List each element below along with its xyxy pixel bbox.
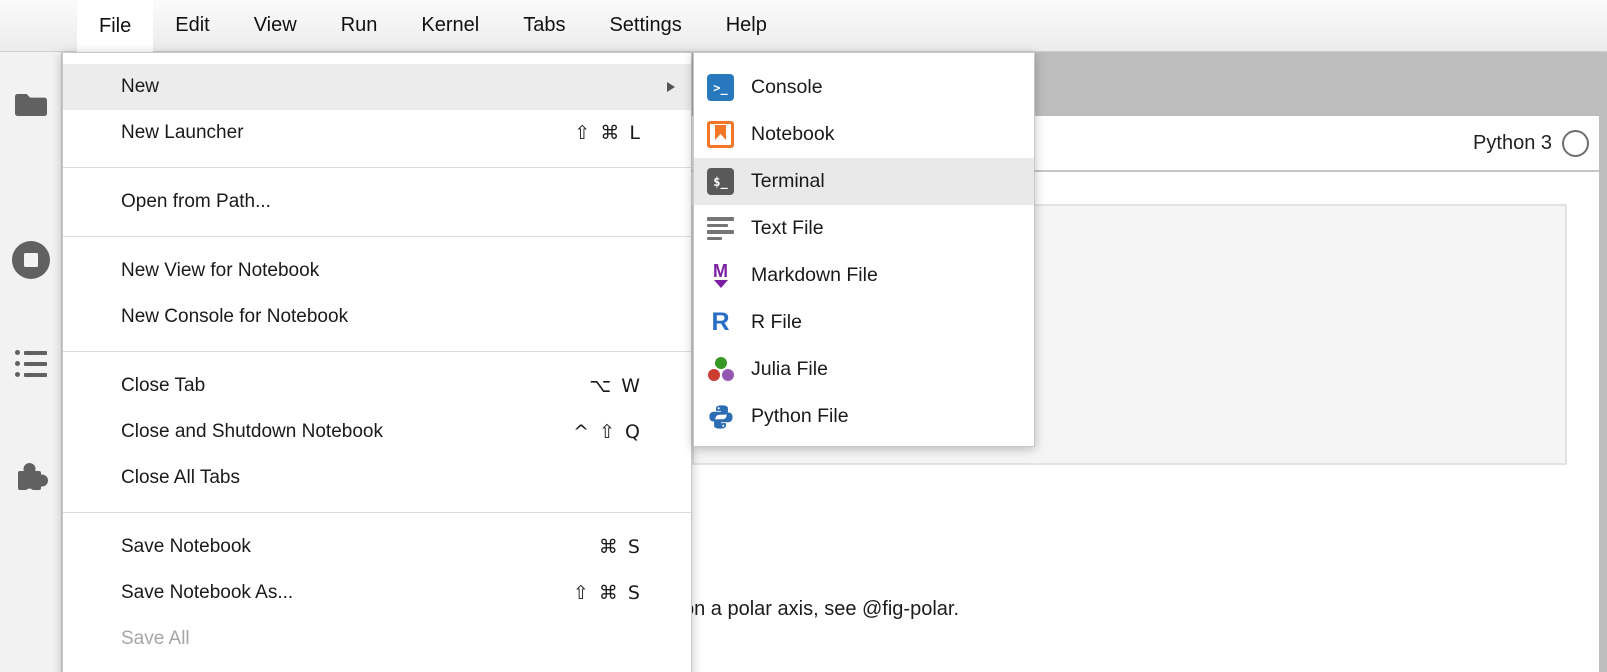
new-submenu: >_ Console Notebook $_ Terminal Text Fil…	[693, 52, 1035, 447]
running-kernels-icon	[10, 239, 52, 281]
submenu-item-markdown-file[interactable]: M Markdown File	[694, 252, 1034, 299]
markdown-paragraph: on a polar axis, see @fig-polar.	[683, 598, 959, 621]
file-browser-tab[interactable]	[0, 90, 62, 120]
main-menu-bar: File Edit View Run Kernel Tabs Settings …	[0, 0, 1607, 52]
menu-view[interactable]: View	[232, 0, 319, 51]
submenu-item-label: Terminal	[751, 170, 825, 193]
menu-item-save-all[interactable]: Save All	[63, 616, 691, 662]
submenu-item-label: Text File	[751, 217, 824, 240]
menu-item-shortcut: ⇧ ⌘ S	[573, 582, 642, 604]
file-dropdown-menu: New New Launcher ⇧ ⌘ L Open from Path...…	[62, 52, 692, 672]
menu-run[interactable]: Run	[319, 0, 400, 51]
submenu-item-console[interactable]: >_ Console	[694, 64, 1034, 111]
menu-item-shortcut: ⌘ S	[599, 536, 642, 558]
menu-item-shortcut: ⌥ W	[589, 375, 642, 397]
submenu-item-label: Python File	[751, 405, 849, 428]
submenu-item-notebook[interactable]: Notebook	[694, 111, 1034, 158]
terminal-icon: $_	[707, 168, 734, 195]
menu-item-label: New Launcher	[121, 122, 244, 144]
kernel-status-icon[interactable]	[1562, 130, 1589, 157]
submenu-item-label: Julia File	[751, 358, 828, 381]
menu-file[interactable]: File	[77, 0, 153, 53]
submenu-arrow-icon	[667, 82, 675, 92]
menu-item-label: New Console for Notebook	[121, 306, 348, 328]
menu-divider	[63, 512, 691, 513]
submenu-item-r-file[interactable]: R R File	[694, 299, 1034, 346]
menu-item-label: Open from Path...	[121, 191, 271, 213]
notebook-icon	[707, 121, 734, 148]
menu-item-label: Close and Shutdown Notebook	[121, 421, 383, 443]
text-file-icon	[707, 215, 734, 242]
menu-help[interactable]: Help	[704, 0, 789, 51]
kernel-name[interactable]: Python 3	[1473, 132, 1552, 155]
menu-item-label: Close All Tabs	[121, 467, 240, 489]
menu-edit[interactable]: Edit	[153, 0, 231, 51]
submenu-item-text-file[interactable]: Text File	[694, 205, 1034, 252]
submenu-item-label: R File	[751, 311, 802, 334]
markdown-icon: M	[707, 262, 734, 289]
submenu-item-label: Notebook	[751, 123, 834, 146]
menu-divider	[63, 167, 691, 168]
python-icon	[707, 403, 734, 430]
menu-item-new-launcher[interactable]: New Launcher ⇧ ⌘ L	[63, 110, 691, 156]
menu-settings[interactable]: Settings	[587, 0, 703, 51]
menu-item-label: Close Tab	[121, 375, 205, 397]
menu-item-label: Save All	[121, 628, 190, 650]
extensions-puzzle-icon	[12, 456, 50, 494]
menu-item-save-notebook-as[interactable]: Save Notebook As... ⇧ ⌘ S	[63, 570, 691, 616]
menu-item-new-view-for-notebook[interactable]: New View for Notebook	[63, 248, 691, 294]
left-sidebar	[0, 52, 62, 672]
menu-item-shortcut: ⇧ ⌘ L	[574, 122, 642, 144]
menu-item-new-console-for-notebook[interactable]: New Console for Notebook	[63, 294, 691, 340]
menu-item-label: Save Notebook	[121, 536, 251, 558]
running-kernels-tab[interactable]	[0, 239, 62, 281]
menu-kernel[interactable]: Kernel	[399, 0, 501, 51]
submenu-item-python-file[interactable]: Python File	[694, 393, 1034, 440]
folder-icon	[13, 90, 49, 120]
window-right-edge	[1599, 52, 1607, 672]
menu-item-save-notebook[interactable]: Save Notebook ⌘ S	[63, 524, 691, 570]
submenu-item-terminal[interactable]: $_ Terminal	[694, 158, 1034, 205]
menu-divider	[63, 351, 691, 352]
menu-item-label: New View for Notebook	[121, 260, 319, 282]
console-icon: >_	[707, 74, 734, 101]
extension-manager-tab[interactable]	[0, 456, 62, 494]
r-file-icon: R	[707, 309, 734, 336]
table-of-contents-icon	[15, 350, 47, 377]
menu-item-new[interactable]: New	[63, 64, 691, 110]
menu-item-close-all-tabs[interactable]: Close All Tabs	[63, 455, 691, 501]
submenu-item-label: Console	[751, 76, 823, 99]
julia-icon	[707, 356, 734, 383]
menu-divider	[63, 236, 691, 237]
menu-item-close-tab[interactable]: Close Tab ⌥ W	[63, 363, 691, 409]
menu-item-label: New	[121, 76, 159, 98]
submenu-item-julia-file[interactable]: Julia File	[694, 346, 1034, 393]
menu-tabs[interactable]: Tabs	[501, 0, 587, 51]
table-of-contents-tab[interactable]	[0, 350, 62, 377]
menu-item-close-and-shutdown-notebook[interactable]: Close and Shutdown Notebook ^ ⇧ Q	[63, 409, 691, 455]
submenu-item-label: Markdown File	[751, 264, 878, 287]
menu-item-shortcut: ^ ⇧ Q	[573, 421, 642, 443]
menu-item-label: Save Notebook As...	[121, 582, 293, 604]
menu-item-open-from-path[interactable]: Open from Path...	[63, 179, 691, 225]
